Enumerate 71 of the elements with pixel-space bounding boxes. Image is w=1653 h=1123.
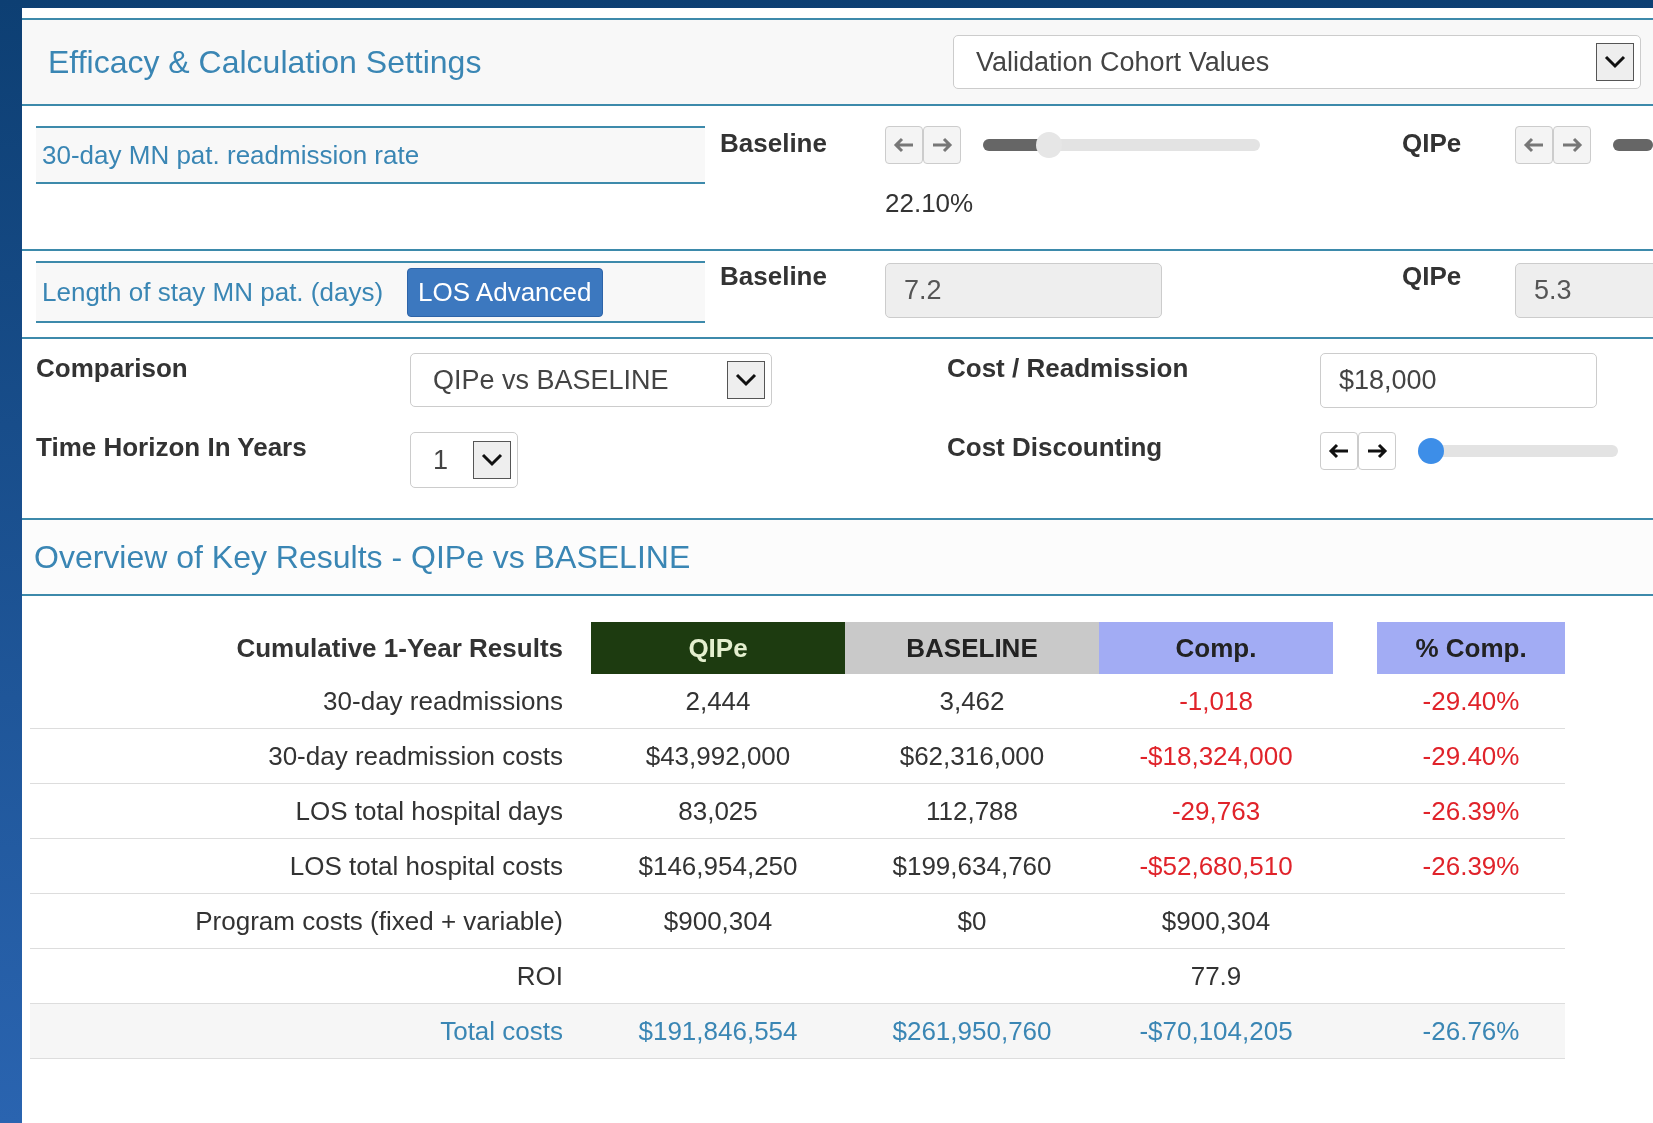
table-cell: -29.40% [1377,674,1565,729]
table-cell: $62,316,000 [845,728,1099,784]
row-label: 30-day readmission costs [30,728,591,784]
table-cell: 77.9 [1099,948,1333,1004]
cost-per-readmission-field[interactable]: $18,000 [1320,353,1597,408]
right-arrow-button[interactable] [1358,432,1396,470]
row-label: ROI [30,948,591,1004]
row-label: Program costs (fixed + variable) [30,893,591,949]
preset-dropdown[interactable]: Validation Cohort Values [953,35,1641,89]
right-arrow-icon [1561,137,1583,153]
table-cell: $191,846,554 [591,1003,845,1059]
table-cell: -$18,324,000 [1099,728,1333,784]
time-horizon-dropdown[interactable]: 1 [410,432,518,488]
table-cell: -29,763 [1099,783,1333,839]
comparison-dropdown[interactable]: QIPe vs BASELINE [410,353,772,407]
baseline-label: Baseline [720,128,828,159]
cost-discounting-label: Cost Discounting [947,432,1164,463]
column-header: BASELINE [845,622,1099,674]
left-arrow-button[interactable] [1320,432,1358,470]
parameter-label: 30-day MN pat. readmission rate [42,139,420,171]
qipe-label: QIPe [1402,261,1463,292]
qipe-label: QIPe [1402,128,1463,159]
slider[interactable] [1418,438,1618,464]
table-cell: $146,954,250 [591,838,845,894]
column-header: Cumulative 1-Year Results [30,622,591,674]
column-header: QIPe [591,622,845,674]
table-cell: -29.40% [1377,728,1565,784]
table-cell: $199,634,760 [845,838,1099,894]
section-title: Overview of Key Results - QIPe vs BASELINE [33,538,691,576]
table-cell: 83,025 [591,783,845,839]
left-arrow-icon [893,137,915,153]
table-cell: $900,304 [1099,893,1333,949]
table-cell: -26.39% [1377,783,1565,839]
time-horizon-label: Time Horizon In Years [36,432,308,463]
table-cell: -1,018 [1099,674,1333,729]
cost-per-readmission-label: Cost / Readmission [947,353,1190,384]
table-cell: $0 [845,893,1099,949]
baseline-reading: 22.10% [885,188,974,219]
table-cell: $43,992,000 [591,728,845,784]
baseline-field[interactable]: 7.2 [885,263,1162,318]
table-cell: 112,788 [845,783,1099,839]
table-cell: -$52,680,510 [1099,838,1333,894]
parameter-label: Length of stay MN pat. (days) [42,276,384,308]
column-header: % Comp. [1377,622,1565,674]
table-cell: -26.39% [1377,838,1565,894]
table-cell: 2,444 [591,674,845,729]
left-arrow-icon [1328,443,1350,459]
baseline-label: Baseline [720,261,828,292]
row-label: LOS total hospital costs [30,838,591,894]
chevron-icon [727,361,765,399]
section-title: Efficacy & Calculation Settings [47,43,482,81]
comparison-label: Comparison [36,353,189,384]
left-arrow-icon [1523,137,1545,153]
row-label: LOS total hospital days [30,783,591,839]
chevron-icon [1596,43,1634,81]
qipe-field[interactable]: 5.3 [1515,263,1653,318]
table-cell: 3,462 [845,674,1099,729]
table-cell: -26.76% [1377,1003,1565,1059]
slider-handle[interactable] [1036,132,1063,158]
right-arrow-icon [1366,443,1388,459]
row-label: 30-day readmissions [30,674,591,729]
slider[interactable] [983,132,1260,158]
chevron-icon [473,441,511,479]
table-cell: $900,304 [591,893,845,949]
right-arrow-icon [931,137,953,153]
slider-handle[interactable] [1418,438,1444,464]
los-advanced-button[interactable]: LOS Advanced [407,267,603,317]
table-cell: -$70,104,205 [1099,1003,1333,1059]
table-cell: $261,950,760 [845,1003,1099,1059]
row-label: Total costs [30,1003,591,1059]
column-header: Comp. [1099,622,1333,674]
